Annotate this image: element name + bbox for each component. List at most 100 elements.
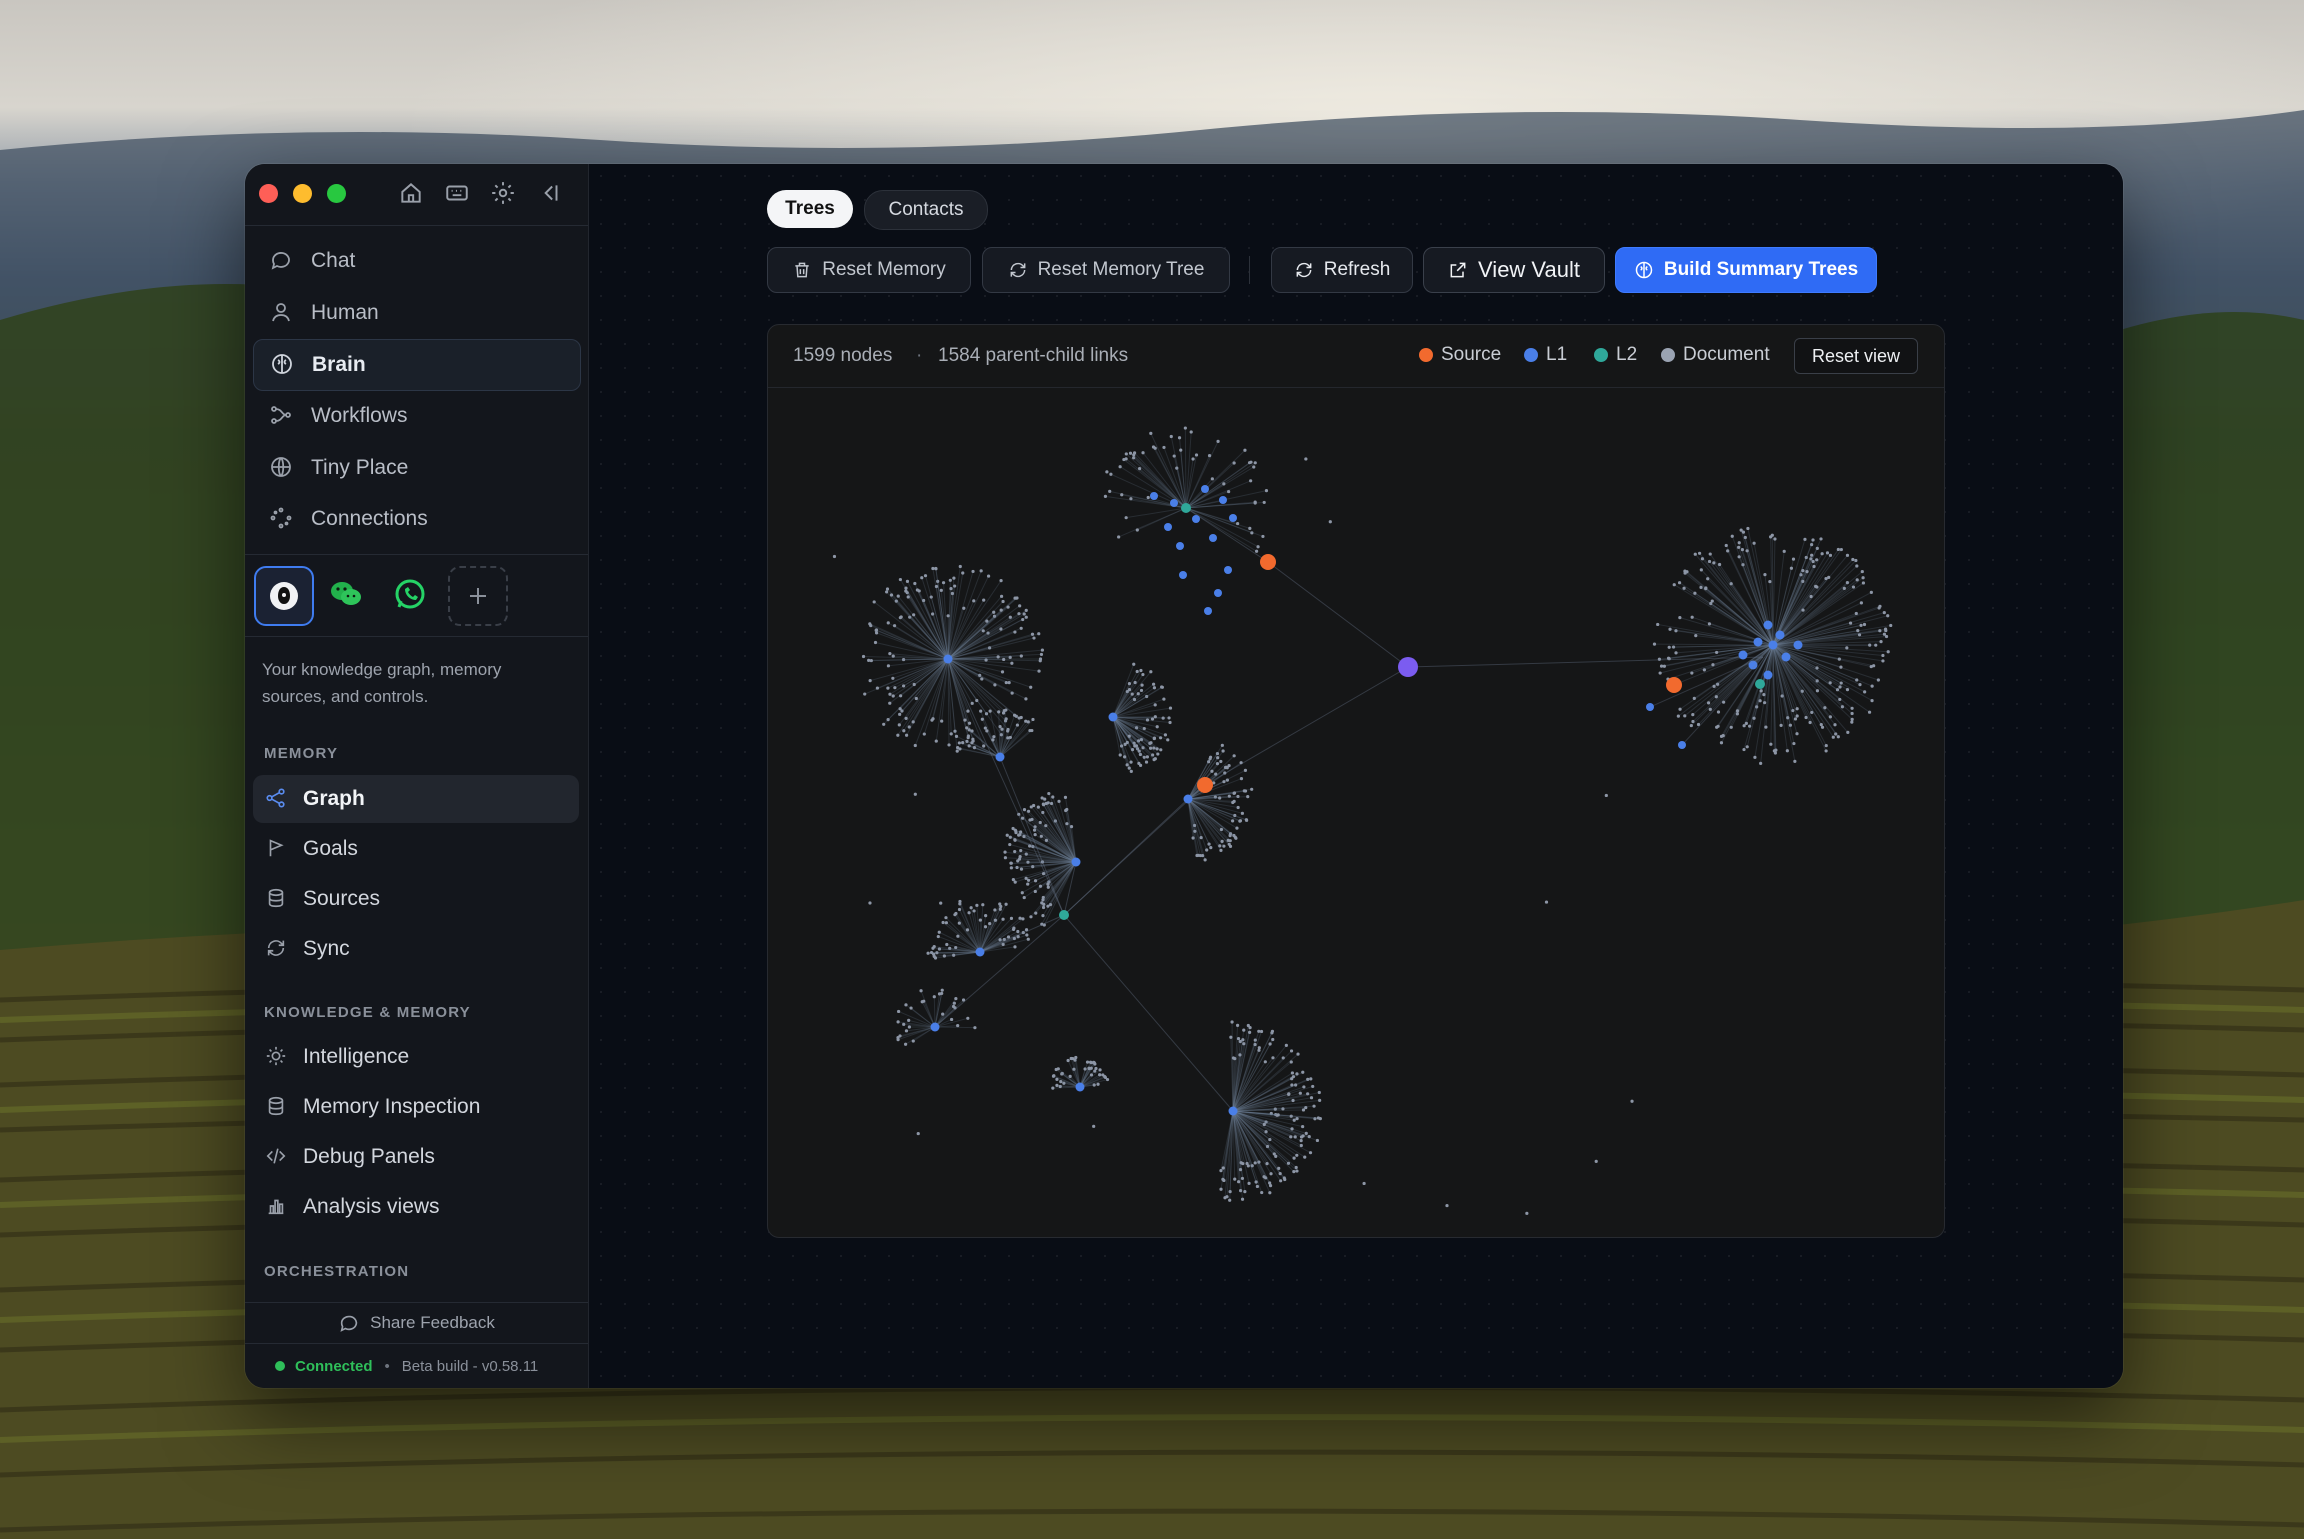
wechat-icon[interactable] (318, 566, 374, 622)
l1-node[interactable] (1763, 670, 1773, 680)
knowledge-graph-canvas[interactable] (768, 387, 1944, 1237)
l1-node[interactable] (1763, 620, 1773, 630)
l2-node[interactable] (1059, 910, 1069, 920)
document-node (1656, 622, 1660, 627)
document-node (993, 683, 997, 687)
document-node (898, 1034, 902, 1038)
document-node (944, 921, 948, 925)
memory-item-sync[interactable]: Sync (253, 925, 579, 973)
add-icon[interactable] (448, 566, 508, 626)
document-node (1824, 743, 1828, 748)
document-node (868, 622, 872, 626)
document-node (1842, 586, 1846, 590)
nav-workflows[interactable]: Workflows (253, 391, 579, 441)
knowledge-item-memory-inspection[interactable]: Memory Inspection (253, 1083, 579, 1131)
document-node (1008, 842, 1012, 847)
document-node (1219, 1187, 1223, 1191)
knowledge-item-debug-panels[interactable]: Debug Panels (253, 1133, 579, 1181)
reset-view-button[interactable]: Reset view (1794, 338, 1918, 374)
document-node (1839, 681, 1843, 685)
refresh-button[interactable]: Refresh (1271, 247, 1413, 293)
l1-node[interactable] (930, 1022, 940, 1032)
keyboard-icon[interactable] (444, 180, 470, 206)
l1-node[interactable] (995, 752, 1005, 762)
document-node (1141, 451, 1145, 455)
l1-node[interactable] (1183, 794, 1193, 804)
nav-connections[interactable]: Connections (253, 494, 579, 544)
tab-trees[interactable]: Trees (767, 190, 853, 228)
minimize-window-button[interactable] (293, 184, 312, 203)
collapse-sidebar-icon[interactable] (537, 180, 563, 206)
nav-tiny-place[interactable]: Tiny Place (253, 443, 579, 493)
l1-node (1646, 703, 1654, 711)
build-summary-trees-label: Build Summary Trees (1663, 259, 1859, 280)
document-node (1594, 1159, 1598, 1163)
whatsapp-icon[interactable] (382, 566, 438, 622)
document-node (1309, 1077, 1313, 1081)
source-node[interactable] (1260, 554, 1276, 570)
root-node[interactable] (1398, 657, 1418, 677)
document-node (1210, 477, 1214, 481)
l1-node[interactable] (1071, 857, 1081, 867)
document-node (1132, 662, 1136, 666)
l2-node[interactable] (1755, 679, 1765, 689)
l2-node[interactable] (1181, 503, 1191, 513)
l1-node[interactable] (1768, 640, 1778, 650)
document-node (931, 946, 935, 950)
external-link-icon (1450, 262, 1466, 278)
reset-memory-tree-button[interactable]: Reset Memory Tree (982, 247, 1230, 293)
memory-item-goals[interactable]: Goals (253, 825, 579, 873)
document-node (1676, 714, 1680, 718)
document-node (1088, 1060, 1093, 1064)
section-orchestration: ORCHESTRATION (264, 1263, 410, 1280)
l1-node[interactable] (1781, 652, 1791, 662)
document-node (1009, 861, 1013, 865)
nav-human[interactable]: Human (253, 288, 579, 338)
gear-icon[interactable] (490, 180, 516, 206)
document-node (1883, 627, 1888, 631)
l1-node[interactable] (1793, 640, 1803, 650)
document-node (1037, 632, 1041, 636)
l1-node[interactable] (1075, 1082, 1085, 1092)
knowledge-item-analysis-views[interactable]: Analysis views (253, 1183, 579, 1231)
document-node (1697, 551, 1702, 555)
document-node (1719, 741, 1724, 745)
build-summary-trees-button[interactable]: Build Summary Trees (1615, 247, 1877, 293)
close-window-button[interactable] (259, 184, 278, 203)
refresh-icon (1296, 262, 1312, 278)
l1-node[interactable] (1775, 630, 1785, 640)
reset-memory-button[interactable]: Reset Memory (767, 247, 971, 293)
memory-item-graph[interactable]: Graph (253, 775, 579, 823)
document-node (1812, 564, 1816, 569)
document-node (1218, 844, 1222, 848)
l1-node[interactable] (943, 654, 953, 664)
document-node (1652, 642, 1657, 646)
source-node[interactable] (1666, 677, 1682, 693)
document-node (1711, 663, 1715, 667)
document-node (951, 1004, 956, 1009)
document-node (1243, 448, 1247, 452)
l1-node[interactable] (1228, 1106, 1238, 1116)
document-node (1232, 791, 1237, 795)
document-node (1668, 627, 1672, 631)
l1-node[interactable] (975, 947, 985, 957)
document-node (1149, 670, 1153, 674)
view-vault-button[interactable]: View Vault (1423, 247, 1605, 293)
zoom-window-button[interactable] (327, 184, 346, 203)
l1-node[interactable] (1108, 712, 1118, 722)
l1-node[interactable] (1738, 650, 1748, 660)
nav-brain[interactable]: Brain (253, 339, 581, 391)
document-node (1145, 755, 1150, 759)
app-logo-icon[interactable] (254, 566, 314, 626)
source-node[interactable] (1197, 777, 1213, 793)
share-feedback-button[interactable]: Share Feedback (245, 1302, 588, 1343)
home-icon[interactable] (398, 180, 424, 206)
tab-contacts[interactable]: Contacts (864, 190, 988, 230)
connections-icon (269, 506, 295, 532)
nav-chat[interactable]: Chat (253, 236, 579, 286)
document-node (1708, 552, 1712, 556)
memory-item-sources[interactable]: Sources (253, 875, 579, 923)
knowledge-item-intelligence[interactable]: Intelligence (253, 1033, 579, 1081)
document-node (1038, 659, 1042, 663)
l1-node[interactable] (1753, 637, 1763, 647)
